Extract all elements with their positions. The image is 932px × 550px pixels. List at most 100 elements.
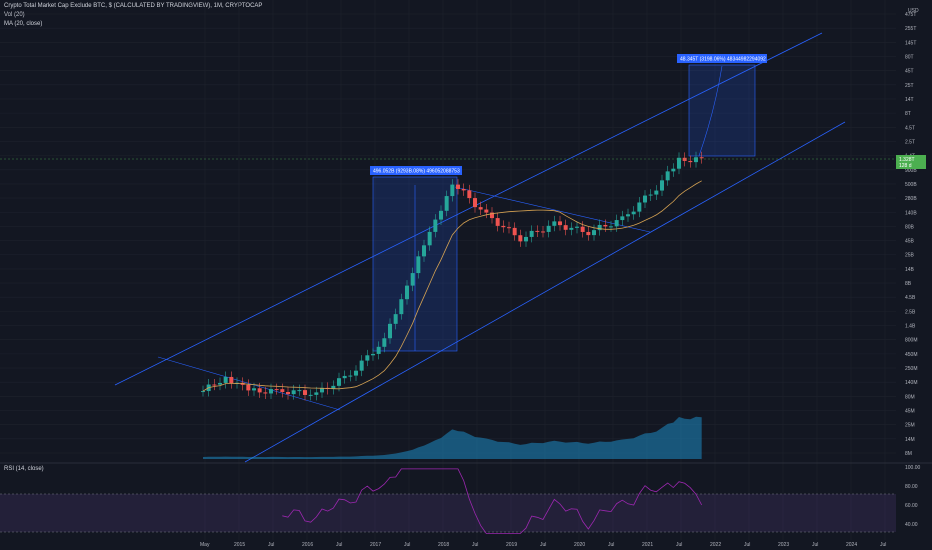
- volume-bars: [203, 416, 702, 459]
- price-tick: 25B: [905, 253, 915, 259]
- candle-body: [677, 157, 681, 169]
- candle-body: [348, 375, 353, 377]
- time-tick: May: [200, 542, 210, 548]
- candle-body: [541, 231, 545, 233]
- price-tick: 14M: [905, 437, 915, 443]
- price-tick: 800M: [905, 338, 918, 344]
- candle-body: [286, 391, 290, 395]
- rsi-tick: 40.00: [905, 522, 918, 528]
- candle-body: [648, 194, 653, 196]
- candle-body: [671, 168, 676, 172]
- price-tick: 255T: [905, 26, 916, 32]
- candle-body: [473, 198, 477, 208]
- candle-body: [376, 346, 381, 354]
- time-tick: Jul: [540, 542, 546, 548]
- candle-body: [280, 389, 285, 392]
- price-tick: 8M: [905, 451, 912, 457]
- volume-area: [203, 416, 702, 459]
- rsi-tick: 100.00: [905, 465, 921, 471]
- candle-body: [433, 219, 438, 232]
- candle-body: [660, 180, 664, 191]
- candle-body: [269, 389, 273, 394]
- price-tick: 140M: [905, 380, 918, 386]
- price-tick: 14T: [905, 97, 914, 103]
- candle-body: [201, 391, 205, 393]
- candle-body: [535, 230, 540, 232]
- time-axis: May 2015 Jul 2016 Jul 2017 Jul 2018 Jul 2019 Jul 20…: [200, 542, 886, 548]
- rsi-tick: 60.00: [905, 503, 918, 509]
- price-tick: 45T: [905, 69, 914, 75]
- candle-body: [371, 353, 375, 356]
- candle-body: [342, 375, 347, 379]
- time-tick: 2018: [438, 542, 449, 548]
- measure-box-2022: [688, 64, 756, 157]
- candle-body: [229, 376, 234, 384]
- chart-canvas[interactable]: 496.052B (9293B.08%) 496052088753 48.345…: [0, 0, 932, 550]
- candle-body: [699, 157, 704, 159]
- time-tick: 2019: [506, 542, 517, 548]
- candle-body: [665, 171, 670, 181]
- candle-body: [467, 190, 472, 199]
- candle-body: [688, 160, 693, 163]
- candle-body: [439, 210, 443, 220]
- candle-body: [694, 157, 698, 163]
- price-tick: 45B: [905, 239, 915, 245]
- price-tick: 2.5T: [905, 139, 915, 145]
- time-tick: 2024: [846, 542, 857, 548]
- candle-body: [388, 323, 392, 339]
- price-tick: 80B: [905, 224, 915, 230]
- time-tick: Jul: [812, 542, 818, 548]
- candle-body: [507, 227, 511, 229]
- price-tick: 250M: [905, 366, 918, 372]
- candle-body: [631, 211, 636, 215]
- currency-label: USD: [908, 8, 919, 14]
- time-tick: Jul: [608, 542, 614, 548]
- price-tick: 80M: [905, 394, 915, 400]
- price-tick: 25T: [905, 83, 914, 89]
- candle-body: [518, 235, 523, 242]
- candle-body: [393, 314, 398, 324]
- candle-body: [359, 360, 364, 371]
- candle-body: [405, 285, 409, 300]
- candle-body: [456, 184, 460, 189]
- candle-body: [218, 382, 222, 385]
- price-tick: 140B: [905, 210, 917, 216]
- candle-body: [382, 338, 387, 347]
- candle-body: [461, 188, 466, 191]
- candle-body: [620, 216, 625, 221]
- time-tick: Jul: [880, 542, 886, 548]
- candle-body: [478, 207, 483, 210]
- time-tick: Jul: [472, 542, 478, 548]
- time-tick: 2021: [642, 542, 653, 548]
- price-tick: 8B: [905, 281, 912, 287]
- time-tick: Jul: [404, 542, 410, 548]
- candle-body: [501, 225, 506, 228]
- candle-body: [569, 227, 574, 230]
- price-tick: 25M: [905, 423, 915, 429]
- candle-body: [354, 370, 358, 376]
- annotation-2022: 48.345T (3198.06%) 48344982294092: [680, 57, 766, 63]
- candle-body: [223, 376, 228, 383]
- rsi-band: [0, 494, 896, 532]
- price-tick: 1.4B: [905, 324, 916, 330]
- candle-body: [399, 299, 404, 315]
- candle-body: [495, 218, 500, 226]
- rsi-tick: 80.00: [905, 484, 918, 490]
- time-tick: 2017: [370, 542, 381, 548]
- price-tick: 280B: [905, 196, 917, 202]
- price-tick: 2.5B: [905, 309, 916, 315]
- price-tick: 80T: [905, 54, 914, 60]
- candle-body: [263, 392, 268, 394]
- price-tick: 145T: [905, 40, 916, 46]
- candle-body: [512, 227, 517, 236]
- time-tick: 2022: [710, 542, 721, 548]
- candle-body: [410, 273, 415, 286]
- candle-body: [297, 390, 302, 392]
- price-tick: 4.5T: [905, 125, 915, 131]
- candle-body: [291, 390, 296, 395]
- price-tick: 450M: [905, 352, 918, 358]
- time-tick: Jul: [268, 542, 274, 548]
- price-axis: 475T255T145T80T45T25T14T8T4.5T2.5T1.4T90…: [905, 12, 918, 457]
- candle-body: [337, 378, 341, 386]
- candle-body: [450, 184, 455, 197]
